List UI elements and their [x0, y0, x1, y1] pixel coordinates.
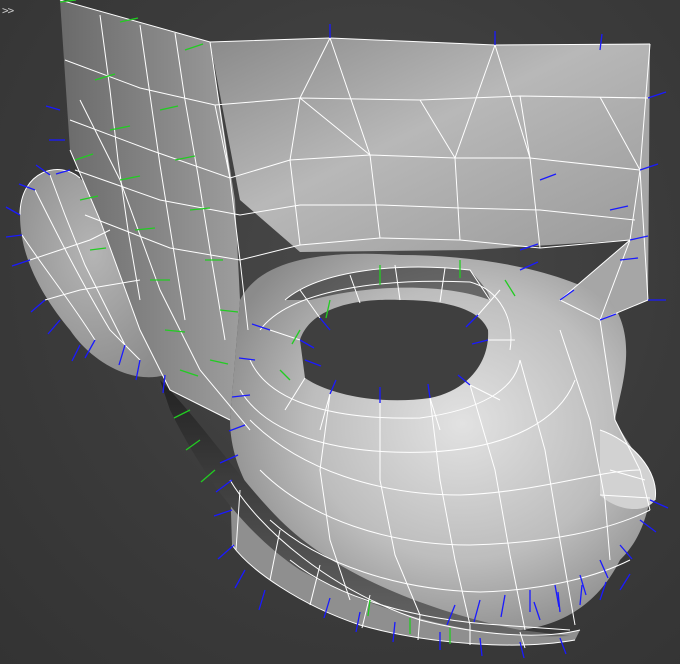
3d-viewport[interactable]: >> [0, 0, 680, 664]
viewport-scene[interactable] [0, 0, 680, 664]
forehead-mesh [210, 38, 650, 252]
viewport-menu-toggle[interactable]: >> [2, 4, 14, 17]
eye-socket [300, 299, 489, 401]
